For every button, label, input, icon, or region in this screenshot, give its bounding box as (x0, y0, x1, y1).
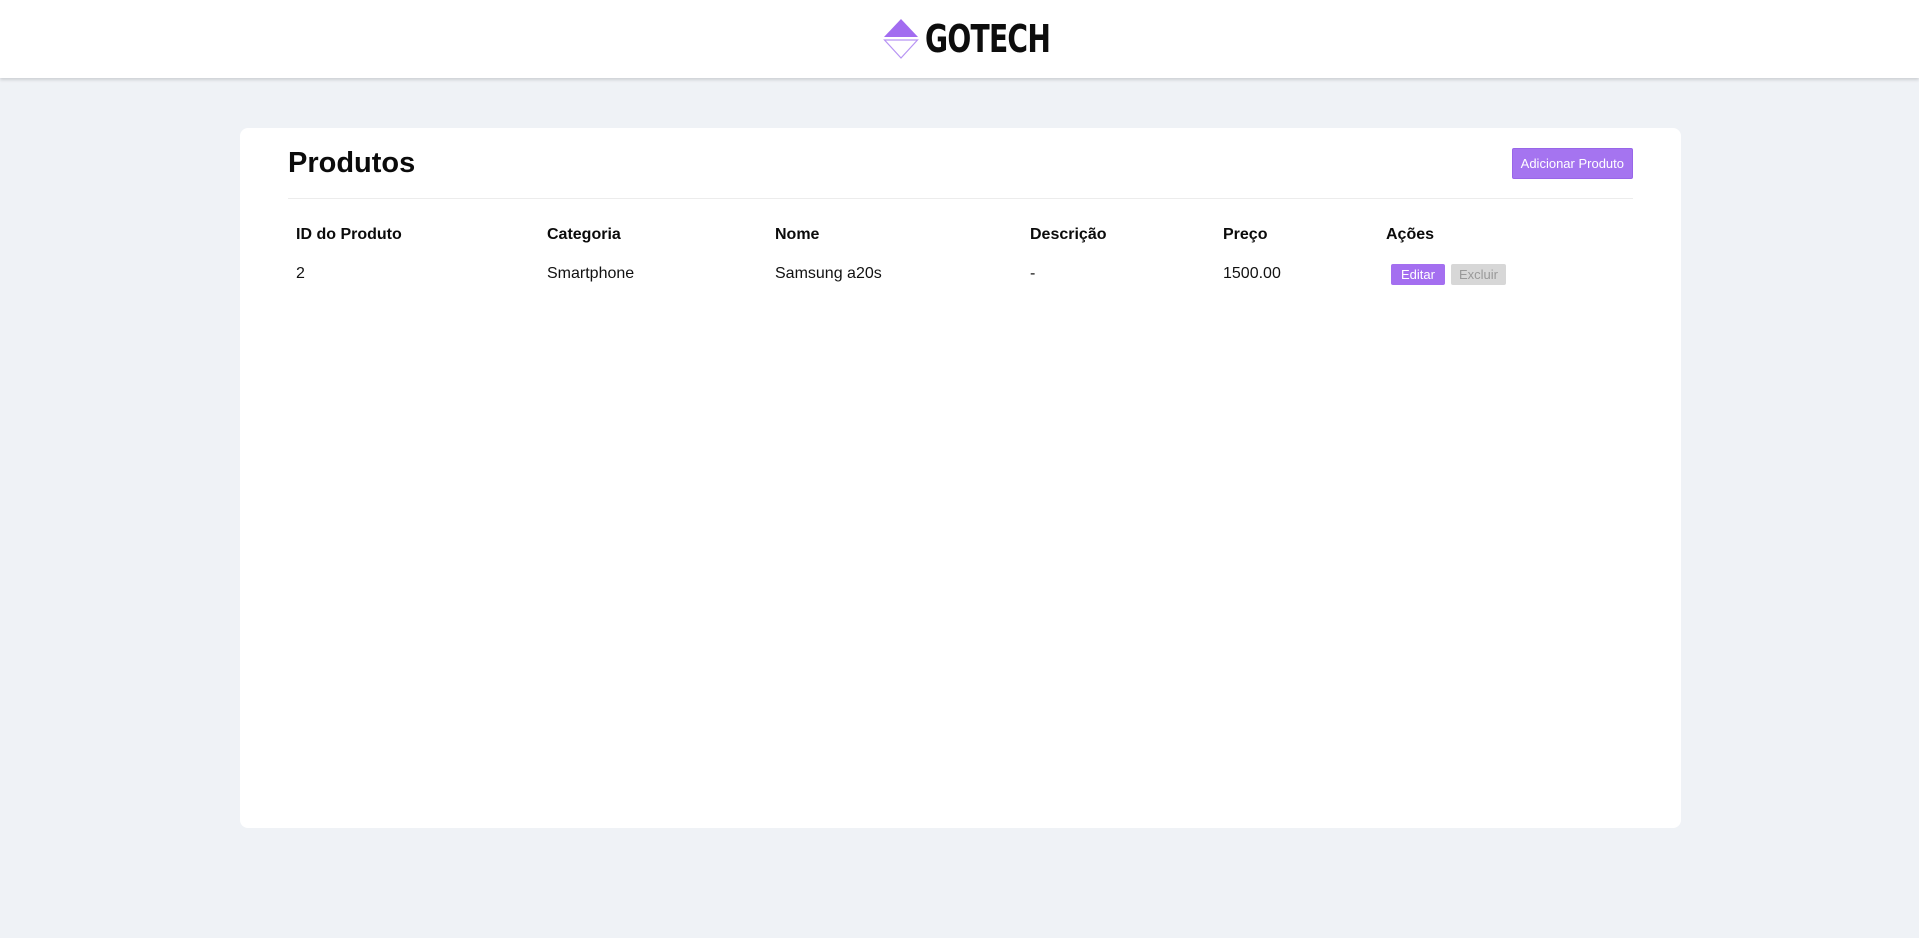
products-panel: Produtos Adicionar Produto ID do Produto… (240, 128, 1681, 828)
column-header-price: Preço (1223, 226, 1268, 243)
delete-button[interactable]: Excluir (1450, 263, 1506, 285)
table-header-row: ID do Produto Categoria Nome Descrição P… (288, 217, 1633, 253)
diamond-logo-icon (883, 18, 919, 59)
cell-description: - (1030, 265, 1036, 282)
add-product-button[interactable]: Adicionar Produto (1511, 148, 1633, 179)
brand-name: GOTECH (925, 16, 1051, 61)
cell-name: Samsung a20s (775, 265, 882, 282)
products-table: ID do Produto Categoria Nome Descrição P… (288, 217, 1633, 295)
page-title: Produtos (288, 147, 416, 179)
panel-header: Produtos Adicionar Produto (288, 128, 1633, 199)
table-row: 2 Smartphone Samsung a20s - 1500.00 Edit… (288, 253, 1633, 295)
column-header-id: ID do Produto (296, 226, 402, 243)
cell-actions: Editar Excluir (1378, 253, 1633, 295)
cell-product-id: 2 (296, 265, 305, 282)
column-header-category: Categoria (547, 226, 621, 243)
edit-button[interactable]: Editar (1391, 263, 1445, 285)
top-navbar: GOTECH (0, 0, 1919, 78)
cell-price: 1500.00 (1223, 265, 1281, 282)
column-header-actions: Ações (1386, 226, 1435, 243)
column-header-description: Descrição (1030, 226, 1107, 243)
brand-logo[interactable]: GOTECH (883, 16, 1051, 61)
cell-category: Smartphone (547, 265, 635, 282)
column-header-name: Nome (775, 226, 820, 243)
